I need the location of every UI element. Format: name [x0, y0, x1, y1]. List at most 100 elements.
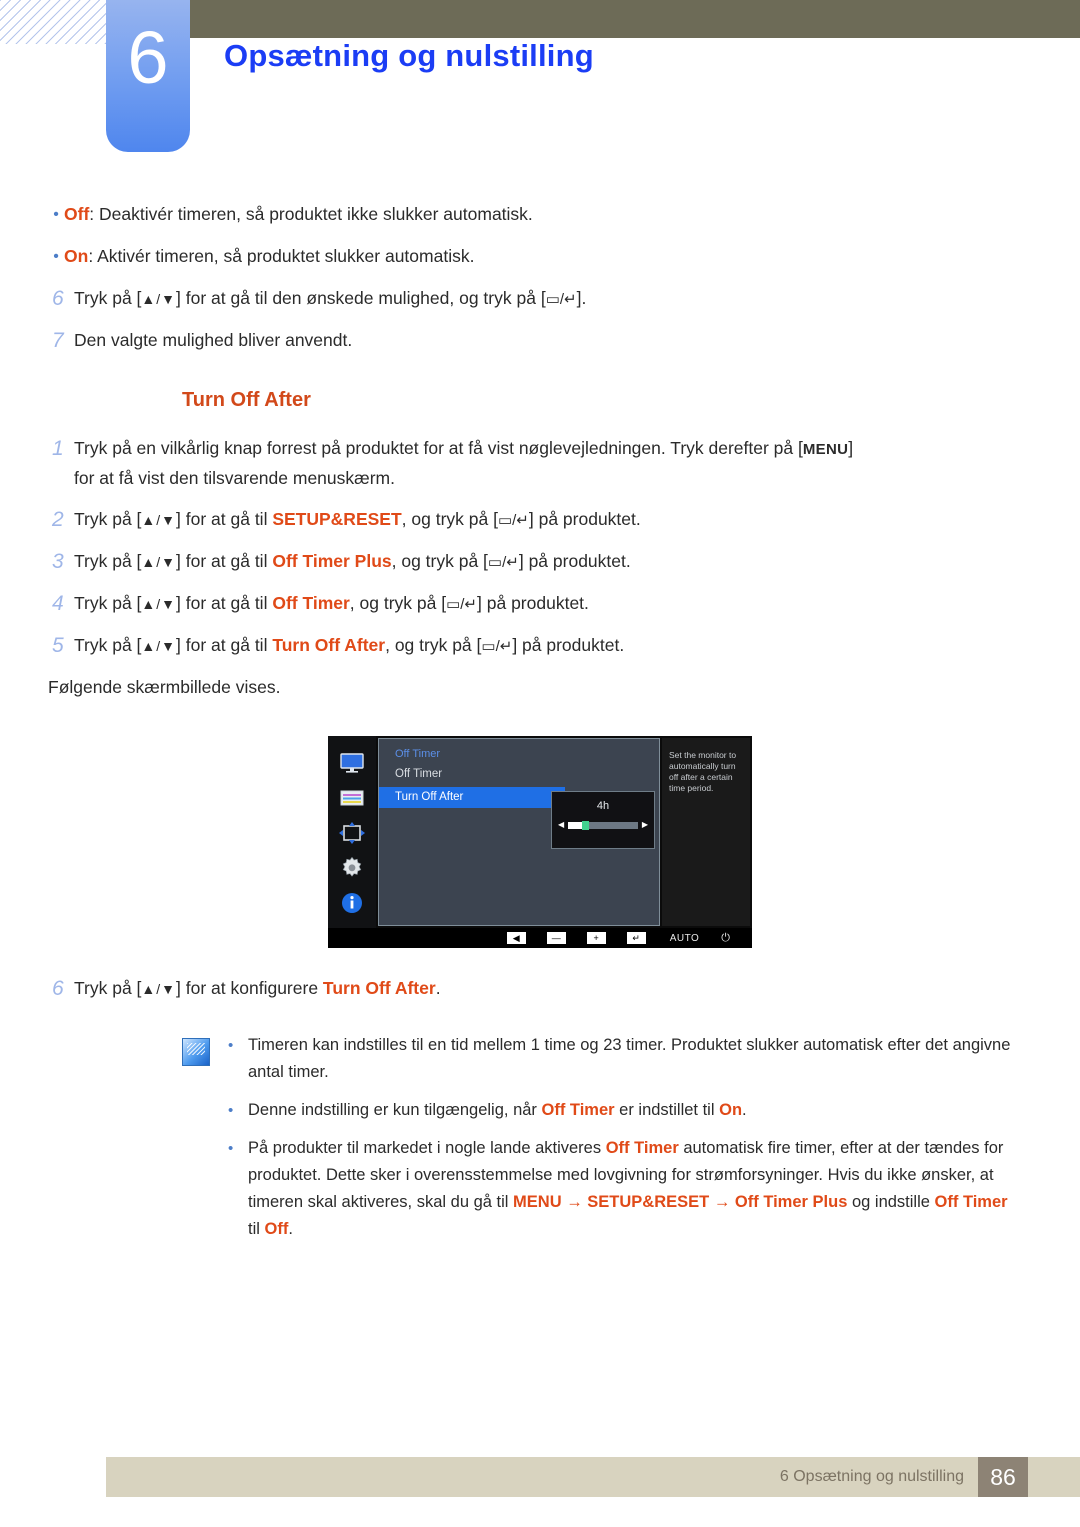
instruction-step: 2 Tryk på [▲/▼] for at gå til SETUP&RESE… — [0, 505, 1080, 535]
info-icon[interactable] — [337, 890, 367, 916]
osd-menu-item-off-timer[interactable]: Off Timer — [379, 760, 659, 780]
updown-key-glyph: ▲/▼ — [141, 638, 177, 654]
list-item: • On: Aktivér timeren, så produktet sluk… — [0, 242, 1080, 271]
step-number: 6 — [52, 977, 64, 1000]
page-content: • Off: Deaktivér timeren, så produktet i… — [0, 200, 1080, 1254]
instruction-step: 1 Tryk på en vilkårlig knap forrest på p… — [0, 434, 1080, 493]
chapter-title: Opsætning og nulstilling — [224, 38, 594, 73]
step-text: for at få vist den tilsvarende menuskærm… — [74, 468, 395, 488]
arrow-separator: → — [561, 1193, 588, 1211]
slider-track[interactable] — [568, 820, 638, 830]
note-text: og indstille — [847, 1193, 935, 1211]
gear-icon[interactable] — [337, 855, 367, 881]
step-text: ] for at gå til — [176, 635, 273, 655]
step-text: Tryk på [ — [74, 551, 142, 571]
enter-key[interactable]: ↵ — [626, 932, 646, 944]
size-position-icon[interactable] — [337, 820, 367, 846]
color-bars-icon[interactable] — [337, 785, 367, 811]
slider-left-arrow-icon[interactable]: ◀ — [558, 821, 564, 829]
arrow-separator: → — [709, 1193, 735, 1211]
updown-key-glyph: ▲/▼ — [141, 981, 177, 997]
osd-menu-item-turn-off-after[interactable]: Turn Off After — [379, 787, 565, 808]
step-text: ] for at gå til den ønskede mulighed, og… — [176, 288, 546, 308]
osd-value-label: 4h — [596, 800, 610, 812]
chapter-number: 6 — [127, 16, 169, 99]
display-icon[interactable] — [337, 750, 367, 776]
enter-key-glyph: ▭/↵ — [446, 596, 478, 613]
menu-target: Turn Off After — [272, 635, 386, 655]
instruction-step: 6 Tryk på [▲/▼] for at gå til den ønsked… — [0, 284, 1080, 314]
minus-key[interactable]: — — [546, 932, 566, 944]
note-text: Timeren kan indstilles til en tid mellem… — [248, 1036, 1011, 1081]
plus-key[interactable]: + — [586, 932, 606, 944]
back-key[interactable]: ◀ — [506, 932, 526, 944]
instruction-step: 5 Tryk på [▲/▼] for at gå til Turn Off A… — [0, 631, 1080, 661]
enter-key-glyph: ▭/↵ — [487, 554, 519, 571]
note-block: • Timeren kan indstilles til en tid mell… — [0, 1032, 1080, 1254]
instruction-step: 3 Tryk på [▲/▼] for at gå til Off Timer … — [0, 547, 1080, 577]
header-olive-bar — [190, 0, 1080, 38]
auto-key-label[interactable]: AUTO — [670, 933, 700, 944]
step-number: 7 — [52, 329, 64, 352]
step-text: Tryk på [ — [74, 593, 142, 613]
step-text: ] for at gå til — [176, 551, 273, 571]
note-text: Denne indstilling er kun tilgængelig, nå… — [248, 1101, 542, 1119]
slider-fill — [568, 821, 583, 829]
step-text: ] for at gå til — [176, 593, 273, 613]
step-text: ] på produktet. — [528, 509, 641, 529]
step-text: ]. — [576, 288, 587, 308]
page-footer: 6 Opsætning og nulstilling 86 — [106, 1457, 1080, 1497]
enter-key-glyph: ▭/↵ — [497, 512, 529, 529]
step-text: . — [435, 978, 441, 998]
note-text: På produkter til markedet i nogle lande … — [248, 1139, 606, 1157]
step-text: ] for at gå til — [176, 509, 273, 529]
step-number: 4 — [52, 592, 64, 615]
menu-target: Off Timer Plus — [734, 1193, 848, 1211]
osd-menu-panel: Off Timer Off Timer Turn Off After 4h ◀ … — [378, 738, 660, 926]
step-text: ] — [848, 438, 854, 458]
bullet-dot: • — [228, 1140, 234, 1157]
slider-right-arrow-icon[interactable]: ▶ — [642, 821, 648, 829]
step-text: , og tryk på [ — [391, 551, 488, 571]
bullet-text: : Deaktivér timeren, så produktet ikke s… — [89, 204, 533, 224]
step-text: Tryk på [ — [74, 978, 142, 998]
menu-target: Off Timer — [272, 593, 350, 613]
enter-key-glyph: ▭/↵ — [545, 291, 577, 308]
bullet-dot: • — [228, 1102, 234, 1119]
instruction-step: 7 Den valgte mulighed bliver anvendt. — [0, 326, 1080, 355]
step-text: ] på produktet. — [477, 593, 589, 613]
updown-key-glyph: ▲/▼ — [141, 596, 177, 612]
menu-target: On — [719, 1101, 743, 1119]
instruction-step: 4 Tryk på [▲/▼] for at gå til Off Timer,… — [0, 589, 1080, 619]
step-text: ] for at konfigurere — [176, 978, 323, 998]
power-icon[interactable]: ⏻ — [721, 932, 730, 945]
list-item: • Timeren kan indstilles til en tid mell… — [228, 1032, 1018, 1086]
updown-key-glyph: ▲/▼ — [141, 512, 177, 528]
menu-target: Off Timer — [934, 1193, 1008, 1211]
decorative-hatch-pattern — [0, 0, 106, 44]
step-text: Den valgte mulighed bliver anvendt. — [74, 330, 353, 350]
bullet-term: Off — [64, 204, 90, 224]
bullet-term: On — [64, 246, 89, 266]
osd-body: Off Timer Off Timer Turn Off After 4h ◀ … — [328, 736, 752, 928]
osd-button-bar: ◀ — + ↵ AUTO ⏻ — [328, 928, 752, 948]
menu-target: Turn Off After — [322, 978, 436, 998]
bullet-dot: • — [53, 206, 59, 223]
slider-thumb[interactable] — [582, 820, 590, 830]
note-text: . — [742, 1101, 747, 1119]
menu-target: MENU — [513, 1193, 562, 1211]
chapter-number-tab: 6 — [106, 0, 190, 152]
bullet-dot: • — [228, 1037, 234, 1054]
instruction-step: 6 Tryk på [▲/▼] for at konfigurere Turn … — [0, 974, 1080, 1004]
menu-target: Off — [264, 1220, 289, 1238]
note-list: • Timeren kan indstilles til en tid mell… — [228, 1032, 1018, 1254]
osd-panel-title: Off Timer — [395, 748, 441, 760]
step-number: 5 — [52, 634, 64, 657]
step-number: 2 — [52, 508, 64, 531]
list-item: • Off: Deaktivér timeren, så produktet i… — [0, 200, 1080, 229]
osd-value-box: 4h ◀ ▶ — [551, 791, 655, 849]
step-text: , og tryk på [ — [385, 635, 482, 655]
menu-target: Off Timer — [541, 1101, 615, 1119]
enter-key-glyph: ▭/↵ — [481, 638, 513, 655]
osd-slider[interactable]: ◀ ▶ — [552, 820, 654, 830]
